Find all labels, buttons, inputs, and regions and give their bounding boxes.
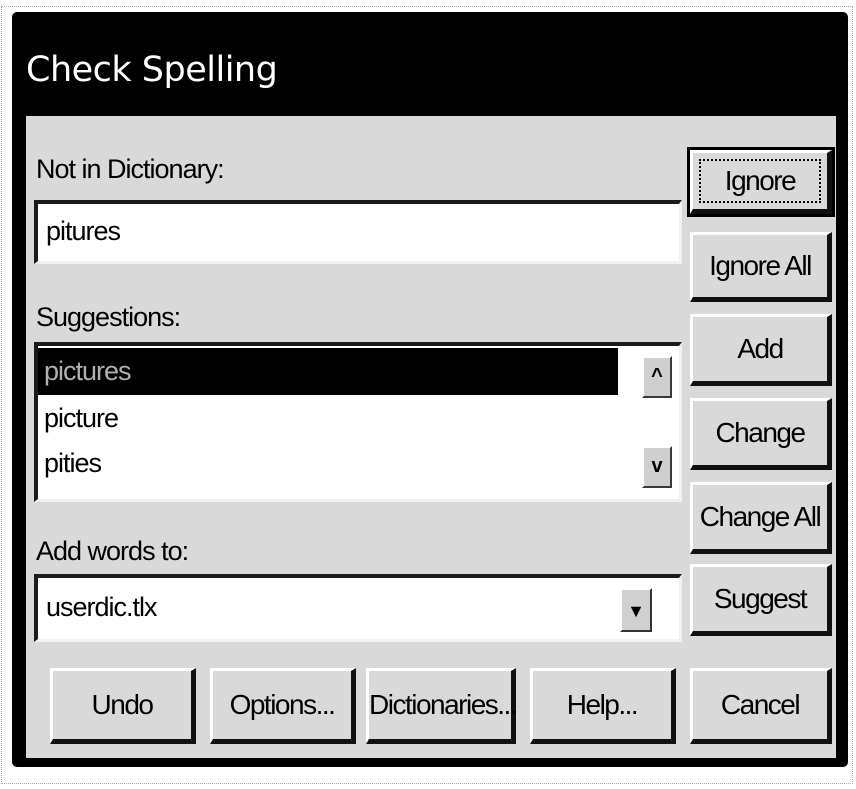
suggestion-item-pictures[interactable]: pictures: [38, 348, 618, 395]
suggestion-item-label: picture: [44, 403, 119, 433]
change-button-label: Change: [715, 417, 806, 448]
suggestion-item-picture[interactable]: picture: [38, 395, 618, 442]
cancel-button[interactable]: Cancel: [690, 668, 832, 744]
add-button[interactable]: Add: [690, 314, 832, 386]
change-button[interactable]: Change: [690, 398, 832, 470]
suggestion-item-label: pities: [44, 448, 102, 478]
not-in-dictionary-label: Not in Dictionary:: [36, 154, 225, 184]
options-button[interactable]: Options...: [210, 668, 356, 744]
dictionaries-button[interactable]: Dictionaries...: [366, 668, 518, 744]
add-words-select[interactable]: userdic.tlx ▼: [34, 574, 682, 642]
suggestion-item-label: pictures: [44, 356, 132, 386]
chevron-up-icon: ^: [651, 365, 663, 387]
not-in-dictionary-field[interactable]: pitures: [34, 200, 682, 264]
ignore-all-button-label: Ignore All: [709, 250, 812, 281]
undo-button-label: Undo: [91, 689, 154, 720]
not-in-dictionary-value: pitures: [46, 216, 121, 246]
dictionaries-button-label: Dictionaries...: [369, 689, 518, 720]
suggestions-list[interactable]: pictures picture pities ^ v: [34, 342, 682, 502]
suggestions-label: Suggestions:: [36, 302, 181, 332]
dialog-body: Not in Dictionary: pitures Suggestions: …: [26, 116, 836, 758]
suggest-button[interactable]: Suggest: [690, 564, 832, 636]
options-button-label: Options...: [229, 689, 336, 720]
ignore-all-button[interactable]: Ignore All: [690, 232, 832, 302]
suggest-button-label: Suggest: [713, 583, 808, 614]
title-bar[interactable]: Check Spelling: [12, 12, 848, 116]
change-all-button-label: Change All: [699, 501, 822, 532]
help-button-label: Help...: [566, 689, 639, 720]
add-words-label: Add words to:: [36, 536, 189, 566]
change-all-button[interactable]: Change All: [690, 482, 832, 554]
dropdown-arrow-button[interactable]: ▼: [620, 588, 652, 632]
scroll-up-button[interactable]: ^: [642, 356, 672, 398]
add-words-value: userdic.tlx: [46, 592, 158, 622]
chevron-down-icon: v: [651, 455, 663, 477]
dialog-title: Check Spelling: [26, 50, 278, 90]
scroll-down-button[interactable]: v: [642, 446, 672, 488]
add-button-label: Add: [737, 333, 784, 364]
focus-indicator: [699, 159, 821, 203]
check-spelling-dialog: Check Spelling Not in Dictionary: piture…: [12, 12, 848, 767]
suggestion-item-pities[interactable]: pities: [38, 440, 618, 487]
ignore-button[interactable]: Ignore: [687, 147, 835, 217]
dropdown-arrow-icon: ▼: [627, 601, 645, 621]
help-button[interactable]: Help...: [530, 668, 676, 744]
cancel-button-label: Cancel: [720, 689, 801, 720]
undo-button[interactable]: Undo: [50, 668, 196, 744]
